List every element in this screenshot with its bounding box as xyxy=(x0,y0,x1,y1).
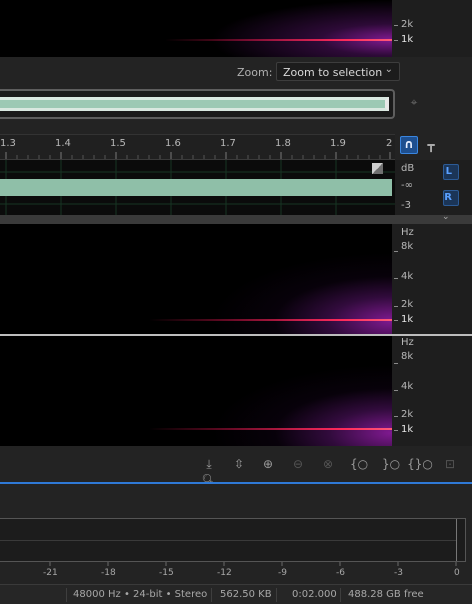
meter-label: -3 xyxy=(394,568,403,578)
status-file-size: 562.50 KB xyxy=(220,589,272,600)
amplitude-label-neg-inf: -∞ xyxy=(401,180,413,191)
status-sample-format: 48000 Hz • 24-bit • Stereo xyxy=(73,589,208,600)
chevron-down-icon: ⌄ xyxy=(384,64,393,75)
level-meter xyxy=(0,518,466,562)
meter-label: -15 xyxy=(159,568,174,578)
status-disk-free: 488.28 GB free xyxy=(348,589,424,600)
meter-label: -12 xyxy=(217,568,232,578)
freq-label-8k: 8k xyxy=(401,351,414,362)
amplitude-scale: dB -∞ -3 L R xyxy=(395,160,472,215)
hz-unit-label: Hz xyxy=(401,227,414,238)
meter-label: -9 xyxy=(278,568,287,578)
magnet-icon: ∩ xyxy=(404,137,414,151)
amplitude-label-neg3: -3 xyxy=(401,200,411,211)
channel-right-button[interactable]: R xyxy=(443,190,459,206)
snap-button[interactable]: ∩ xyxy=(400,136,418,154)
status-duration: 0:02.000 xyxy=(292,589,337,600)
overview-navigator[interactable] xyxy=(0,89,395,119)
freq-label-1k: 1k xyxy=(401,424,414,435)
spectrogram-right-scale: Hz 8k 4k 2k 1k xyxy=(392,336,472,446)
freq-label-2k: 2k xyxy=(401,299,414,310)
spectrogram-right[interactable] xyxy=(0,336,392,446)
zoom-dropdown-value: Zoom to selection xyxy=(283,66,383,79)
zoom-to-selection-icon[interactable]: {}○ xyxy=(407,456,433,472)
meter-label: 0 xyxy=(454,568,460,578)
amplitude-unit: dB xyxy=(401,163,415,174)
ruler-tick-label: 1.8 xyxy=(275,138,291,149)
ruler-tick-label: 1.6 xyxy=(165,138,181,149)
waveform-left-channel xyxy=(0,179,392,196)
freq-label-1k: 1k xyxy=(401,34,414,45)
freq-label-2k: 2k xyxy=(401,409,414,420)
zoom-dropdown[interactable]: Zoom to selection ⌄ xyxy=(276,62,400,81)
channel-right-label: R xyxy=(444,192,452,203)
zoom-in-time-icon[interactable]: ⊕ xyxy=(258,456,278,472)
freq-label-2k: 2k xyxy=(401,19,414,30)
meter-label: -18 xyxy=(101,568,116,578)
meter-label: -21 xyxy=(43,568,58,578)
freq-label-4k: 4k xyxy=(401,271,414,282)
lower-panel-header xyxy=(0,484,472,518)
zoom-out-amplitude-icon[interactable]: ⇳ xyxy=(229,456,249,472)
ruler-tick-label: 2 xyxy=(386,138,393,149)
zoom-in-at-end-icon[interactable]: }○ xyxy=(380,456,402,472)
spectrogram-left[interactable] xyxy=(0,224,392,334)
zoom-label: Zoom: xyxy=(237,66,273,79)
waveform-panel[interactable] xyxy=(0,160,395,215)
panel-splitter[interactable]: ⌄ xyxy=(0,212,472,224)
zoom-in-at-start-icon[interactable]: {○ xyxy=(348,456,370,472)
top-spectrogram xyxy=(0,0,392,57)
ruler-tick-label: 1.9 xyxy=(330,138,346,149)
ruler-tick-label: 1.5 xyxy=(110,138,126,149)
ruler-tick-label: 1.7 xyxy=(220,138,236,149)
navigator-target-icon[interactable]: ⌖ xyxy=(405,94,423,110)
hz-unit-label: Hz xyxy=(401,337,414,348)
ruler-tick-label: 1.3 xyxy=(0,138,16,149)
meter-label: -6 xyxy=(336,568,345,578)
channel-left-button[interactable]: L xyxy=(443,164,459,180)
zoom-toolbar: ⤓🔍︎ ⇳ ⊕ ⊖ ⊗ {○ }○ {}○ ⊡ xyxy=(0,446,472,487)
freq-label-8k: 8k xyxy=(401,241,414,252)
zoom-reset-icon[interactable]: ⊡ xyxy=(440,456,460,472)
spectrogram-left-scale: Hz 8k 4k 2k 1k xyxy=(392,224,472,334)
zoom-bar: Zoom: Zoom to selection ⌄ xyxy=(0,58,472,86)
chevron-down-icon: ⌄ xyxy=(442,212,450,222)
ruler-tick-label: 1.4 xyxy=(55,138,71,149)
corner-handle-icon[interactable] xyxy=(372,163,383,174)
channel-left-label: L xyxy=(445,166,452,177)
zoom-out-full-icon[interactable]: ⊗ xyxy=(318,456,338,472)
pin-icon[interactable]: ┳ xyxy=(424,137,438,153)
freq-label-4k: 4k xyxy=(401,381,414,392)
zoom-out-time-icon[interactable]: ⊖ xyxy=(288,456,308,472)
freq-label-1k: 1k xyxy=(401,314,414,325)
top-frequency-scale: 2k 1k xyxy=(392,0,472,57)
